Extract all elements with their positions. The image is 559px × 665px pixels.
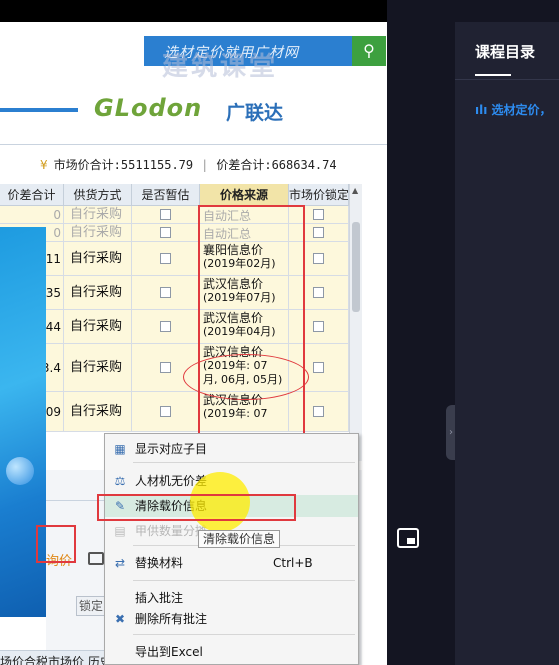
book-icon[interactable] <box>88 552 104 565</box>
estimate-checkbox-cell[interactable] <box>132 206 200 224</box>
column-header[interactable]: 是否暂估 <box>132 184 200 206</box>
estimate-checkbox-cell[interactable] <box>132 276 200 310</box>
menu-item-label: 插入批注 <box>135 591 184 605</box>
column-header[interactable]: 价格来源 <box>200 184 289 206</box>
brand-divider <box>0 108 78 112</box>
diff-total: 价差合计:668634.74 <box>216 158 337 172</box>
panel-divider <box>455 79 559 80</box>
context-menu: ▦ 显示对应子目 ⚖ 人材机无价差 ✎ 清除载价信息 ▤ 甲供数量分摊 ⇄ 替换材料 Ctrl+B 插… <box>104 433 359 665</box>
checkbox[interactable] <box>313 226 324 238</box>
market-total: 市场价合计:5511155.79 <box>53 158 194 172</box>
menu-item-label: 显示对应子目 <box>135 442 208 456</box>
annotation-box-clear-price <box>97 494 296 521</box>
column-header[interactable]: 价差合计 <box>0 184 64 206</box>
totals-bar: ¥ 市场价合计:5511155.79 | 价差合计:668634.74 <box>40 158 337 172</box>
glodon-logo: GLodon <box>94 94 203 122</box>
estimate-checkbox-cell[interactable] <box>132 224 200 242</box>
menu-separator <box>133 634 355 635</box>
checkbox[interactable] <box>160 320 171 332</box>
diff-cell[interactable]: 0 <box>0 206 64 224</box>
sphere-graphic <box>6 457 34 485</box>
estimate-checkbox-cell[interactable] <box>132 392 200 432</box>
panel-title-underline <box>475 74 511 76</box>
split-icon: ▤ <box>114 524 126 538</box>
menu-item-label: 替换材料 <box>135 556 184 570</box>
menu-item[interactable]: 导出到Excel <box>105 641 358 663</box>
menu-item-label: 甲供数量分摊 <box>135 524 208 538</box>
replace-icon: ⇄ <box>114 556 126 570</box>
search-icon[interactable]: ⚲ <box>352 36 386 66</box>
tree-icon: ▦ <box>114 442 126 456</box>
checkbox[interactable] <box>313 286 324 298</box>
menu-item-label: 删除所有批注 <box>135 612 208 626</box>
estimate-checkbox-cell[interactable] <box>132 242 200 276</box>
menu-separator <box>133 580 355 581</box>
menu-item-label: 导出到Excel <box>135 645 203 659</box>
vertical-scrollbar[interactable]: ▲ <box>349 184 362 461</box>
checkbox[interactable] <box>160 405 171 417</box>
checkbox[interactable] <box>160 208 171 220</box>
checkbox[interactable] <box>313 361 324 373</box>
checkbox[interactable] <box>313 320 324 332</box>
material-table: 价差合计 供货方式 是否暂估 价格来源 市场价锁定 0 自行采购 自动汇总 0 自行采购 自动汇总 1… <box>0 184 362 461</box>
checkbox[interactable] <box>160 226 171 238</box>
supply-cell[interactable]: 自行采购 <box>64 310 132 344</box>
column-header[interactable]: 供货方式 <box>64 184 132 206</box>
annotation-box-inquiry <box>36 525 76 563</box>
panel-title: 课程目录 <box>475 43 536 61</box>
coin-icon: ¥ <box>40 158 48 172</box>
checkbox[interactable] <box>160 252 171 264</box>
checkbox[interactable] <box>313 252 324 264</box>
brand-name: 广联达 <box>226 102 284 124</box>
checkbox[interactable] <box>313 405 324 417</box>
checkbox[interactable] <box>160 286 171 298</box>
tooltip: 清除载价信息 <box>198 530 281 548</box>
menu-item[interactable]: ▦ 显示对应子目 <box>105 438 358 460</box>
video-frame: 选材定价就用广材网 ⚲ 建筑课堂 GLodon 广联达 ¥ 市场价合计:55111… <box>0 0 387 665</box>
picture-in-picture-icon[interactable] <box>397 528 419 548</box>
supply-cell[interactable]: 自行采购 <box>64 392 132 432</box>
bottom-table-header: 场价合税市场价 历史 <box>0 650 110 665</box>
course-panel: 课程目录 ılı 选材定价， <box>455 22 559 665</box>
menu-item[interactable]: ⇄ 替换材料 Ctrl+B <box>105 552 358 574</box>
menu-item[interactable]: 插入批注 <box>105 587 358 609</box>
scroll-thumb[interactable] <box>352 222 360 312</box>
checkbox[interactable] <box>313 208 324 220</box>
supply-cell[interactable]: 自行采购 <box>64 242 132 276</box>
supply-cell[interactable]: 自行采购 <box>64 344 132 392</box>
playing-icon: ılı <box>475 103 492 117</box>
column-header[interactable]: 市场价锁定 <box>289 184 349 206</box>
watermark: 建筑课堂 <box>162 52 279 82</box>
annotation-box-price-source <box>198 205 305 444</box>
annotation-oval-multi-month <box>183 354 309 400</box>
scroll-up-icon[interactable]: ▲ <box>352 186 358 195</box>
course-item[interactable]: ılı 选材定价， <box>475 101 552 118</box>
estimate-checkbox-cell[interactable] <box>132 310 200 344</box>
supply-cell[interactable]: 自行采购 <box>64 206 132 224</box>
menu-shortcut: Ctrl+B <box>273 556 313 570</box>
header-divider <box>0 144 387 145</box>
menu-separator <box>133 462 355 463</box>
scale-icon: ⚖ <box>114 474 126 488</box>
supply-cell[interactable]: 自行采购 <box>64 276 132 310</box>
supply-cell[interactable]: 自行采购 <box>64 224 132 242</box>
delete-note-icon: ✖ <box>114 612 126 626</box>
checkbox[interactable] <box>160 361 171 373</box>
menu-item[interactable]: ✖ 删除所有批注 <box>105 608 358 630</box>
